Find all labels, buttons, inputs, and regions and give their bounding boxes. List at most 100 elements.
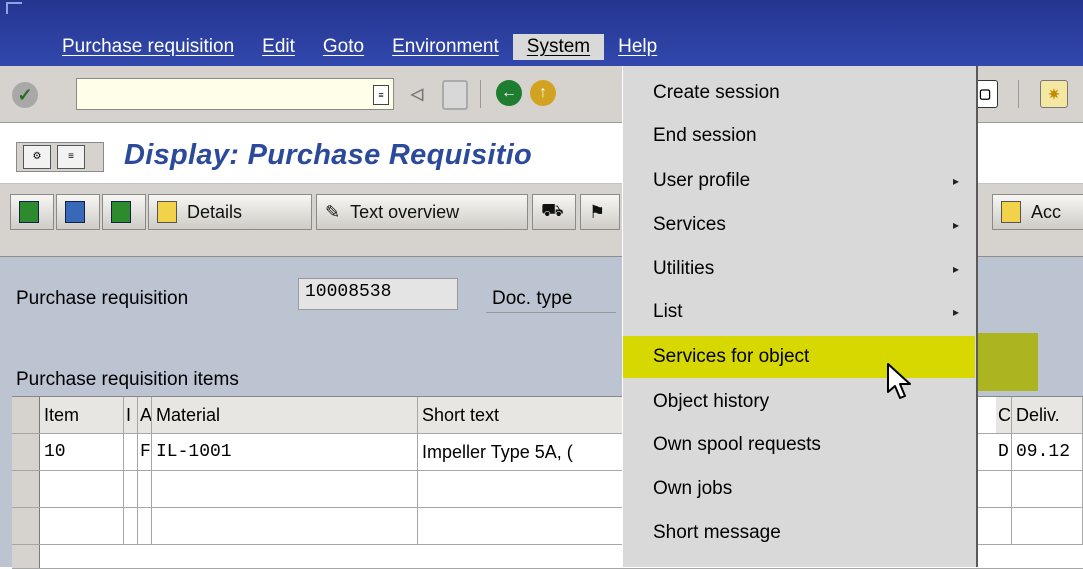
header-i[interactable]: I (124, 397, 138, 433)
cell-empty[interactable] (138, 471, 152, 507)
details-label: Details (187, 201, 243, 222)
cell-empty[interactable] (418, 471, 628, 507)
enter-check-icon[interactable]: ✓ (12, 82, 38, 108)
submenu-arrow-icon: ▸ (952, 305, 959, 319)
header-material[interactable]: Material (152, 397, 418, 433)
menu-system[interactable]: System (512, 34, 605, 60)
cell-empty[interactable] (1012, 508, 1083, 544)
menu-item-label: Own spool requests (653, 434, 821, 455)
submenu-arrow-icon: ▸ (952, 262, 959, 276)
cell-empty[interactable] (40, 508, 124, 544)
menu-item-label: Create session (653, 82, 780, 103)
objects-icon[interactable]: ⚙ (23, 145, 51, 169)
text-overview-button[interactable]: ✎ Text overview (316, 194, 528, 230)
cell-short-text[interactable]: Impeller Type 5A, ( (418, 434, 628, 470)
row-selector[interactable] (12, 545, 40, 568)
purchase-requisition-label: Purchase requisition (16, 288, 189, 309)
cell-c[interactable]: D (996, 434, 1012, 470)
toolbar-separator (1018, 80, 1019, 108)
doc-type-field[interactable] (486, 278, 616, 313)
menu-purchase-requisition[interactable]: Purchase requisition (48, 34, 248, 60)
text-overview-label: Text overview (350, 201, 460, 222)
flag-button[interactable]: ⚑ (580, 194, 620, 230)
cell-deliv[interactable]: 09.12 (1012, 434, 1083, 470)
cell-empty[interactable] (996, 508, 1012, 544)
submenu-arrow-icon: ▸ (952, 174, 959, 188)
menu-item-user-profile[interactable]: User profile ▸ (623, 160, 975, 202)
items-section-label: Purchase requisition items (16, 369, 239, 390)
menu-item-label: Own jobs (653, 478, 733, 499)
previous-item-button[interactable] (56, 194, 100, 230)
menu-item-label: End session (653, 125, 757, 146)
details-icon (157, 201, 177, 223)
command-field[interactable]: ≡ (76, 78, 394, 110)
row-selector[interactable] (12, 471, 40, 507)
mouse-cursor-icon (887, 363, 911, 399)
menu-item-utilities[interactable]: Utilities ▸ (623, 248, 975, 290)
system-menu-icon[interactable] (6, 2, 22, 14)
menu-item-label: Services (653, 214, 726, 235)
exit-orange-icon[interactable]: ↑ (530, 80, 556, 106)
menu-goto[interactable]: Goto (309, 34, 378, 60)
save-icon[interactable] (442, 80, 468, 110)
cell-empty[interactable] (1012, 471, 1083, 507)
menu-edit[interactable]: Edit (248, 34, 309, 60)
account-assignment-button[interactable]: Acc (992, 194, 1083, 230)
cell-empty[interactable] (152, 471, 418, 507)
menu-item-end-session[interactable]: End session (623, 115, 975, 157)
cell-empty[interactable] (40, 471, 124, 507)
menu-item-label: Short message (653, 522, 781, 543)
first-item-icon (19, 201, 39, 223)
header-a[interactable]: A (138, 397, 152, 433)
menu-item-object-history[interactable]: Object history (623, 381, 975, 423)
menu-item-own-spool-requests[interactable]: Own spool requests (623, 424, 975, 466)
details-button[interactable]: Details (148, 194, 312, 230)
purchase-requisition-field[interactable]: 10008538 (298, 278, 458, 310)
back-arrow-icon[interactable]: ◁ (410, 84, 424, 104)
command-history-icon[interactable]: ≡ (373, 85, 389, 105)
cell-empty[interactable] (418, 508, 628, 544)
menu-item-short-message[interactable]: Short message (623, 512, 975, 554)
page-title: Display: Purchase Requisitio (124, 139, 533, 171)
cell-material[interactable]: IL-1001 (152, 434, 418, 470)
header-c[interactable]: C (996, 397, 1012, 433)
menu-environment[interactable]: Environment (378, 34, 513, 60)
header-item[interactable]: Item (40, 397, 124, 433)
next-item-button[interactable] (102, 194, 146, 230)
first-item-button[interactable] (10, 194, 54, 230)
cell-empty[interactable] (124, 471, 138, 507)
submenu-arrow-icon: ▸ (952, 218, 959, 232)
cell-empty[interactable] (138, 508, 152, 544)
toolbar-separator (480, 80, 481, 108)
vendor-button[interactable]: ⛟ (532, 194, 576, 230)
cell-i[interactable] (124, 434, 138, 470)
menu-item-list[interactable]: List ▸ (623, 291, 975, 333)
row-selector[interactable] (12, 508, 40, 544)
cell-a[interactable]: F (138, 434, 152, 470)
menu-item-services[interactable]: Services ▸ (623, 204, 975, 246)
menu-help[interactable]: Help (604, 34, 671, 60)
new-window-icon[interactable]: ✷ (1040, 80, 1068, 108)
document-icon[interactable]: ≡ (57, 145, 85, 169)
header-deliv[interactable]: Deliv. (1012, 397, 1083, 433)
system-dropdown-menu: Create session End session User profile ▸… (622, 66, 978, 567)
cell-empty[interactable] (124, 508, 138, 544)
previous-item-icon (65, 201, 85, 223)
menu-item-create-session[interactable]: Create session (623, 72, 975, 114)
menu-item-label: Utilities (653, 258, 715, 279)
menu-bar: Purchase requisition Edit Goto Environme… (0, 0, 1083, 66)
truck-icon: ⛟ (541, 200, 564, 220)
back-green-icon[interactable]: ← (496, 80, 522, 106)
header-short-text[interactable]: Short text (418, 397, 628, 433)
title-icon-group[interactable]: ⚙ ≡ (16, 142, 104, 172)
menu-items: Purchase requisition Edit Goto Environme… (48, 34, 671, 60)
next-item-icon (111, 201, 131, 223)
cell-item[interactable]: 10 (40, 434, 124, 470)
cell-empty[interactable] (996, 471, 1012, 507)
select-all-cell[interactable] (12, 397, 40, 433)
row-selector[interactable] (12, 434, 40, 470)
flag-icon: ⚑ (589, 201, 606, 222)
menu-item-own-jobs[interactable]: Own jobs (623, 468, 975, 510)
cell-empty[interactable] (152, 508, 418, 544)
menu-item-services-for-object[interactable]: Services for object (623, 336, 975, 378)
